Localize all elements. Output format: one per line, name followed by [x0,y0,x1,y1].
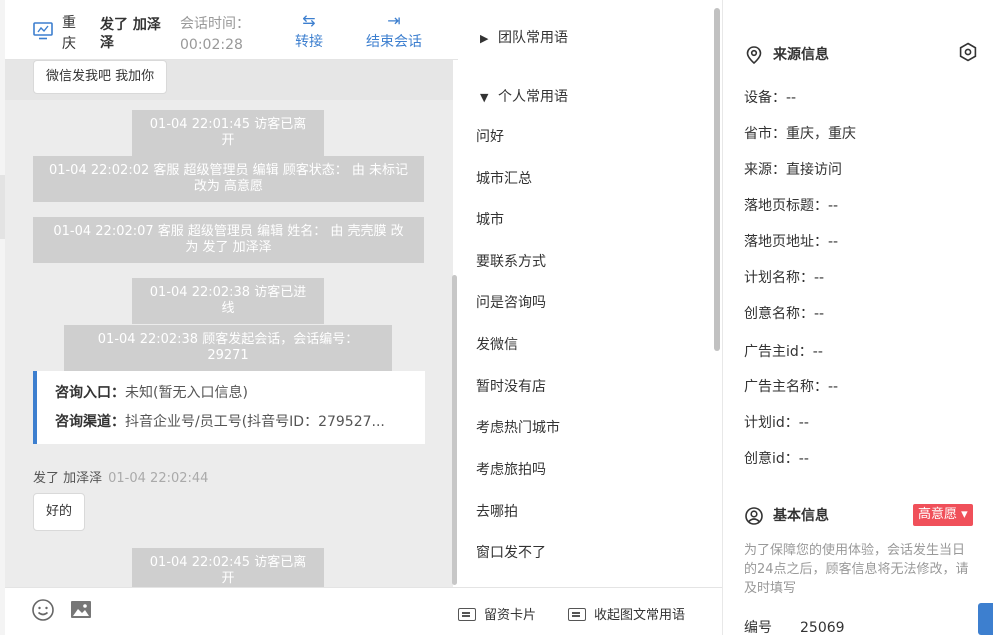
customer-info-panel: 来源信息 设备：-- 省市：重庆，重庆 来源：直接访问 落地页标题：-- 落地页… [723,0,993,635]
phrase-item[interactable]: 城市 [476,209,504,229]
caret-down-icon: ▼ [480,91,489,104]
phrases-toolbar: 留资卡片 收起图文常用语 [458,587,722,635]
consult-channel-row: 咨询渠道：抖音企业号/员工号(抖音号ID：279527... [55,412,425,441]
system-message: 01-04 22:02:38 访客已进线 [132,278,324,324]
customer-number-value: 25069 [800,620,845,635]
consult-entry-label: 咨询入口： [55,385,125,401]
consult-info-card: 咨询入口：未知(暂无入口信息) 咨询渠道：抖音企业号/员工号(抖音号ID：279… [33,371,425,444]
chat-panel: 微信发我吧 我加你 01-04 22:01:45 访客已离开 01-04 22:… [5,0,458,635]
sender-name: 发了 加泽泽 [33,471,103,486]
info-field: 计划名称：-- [744,270,825,286]
chat-scrollbar[interactable] [452,275,457,585]
phrase-item[interactable]: 窗口发不了 [476,542,546,562]
consult-entry-value: 未知(暂无入口信息) [125,385,248,401]
info-field: 创意名称：-- [744,306,825,322]
phrases-scrollbar[interactable] [714,8,720,351]
customer-number-label: 编号 [744,620,772,635]
system-message: 01-04 22:02:02 客服 超级管理员 编辑 顾客状态： 由 未标记 改… [33,156,424,202]
chat-header: 重庆 发了 加泽泽 会话时间： 00:02:28 ⇆ 转接 ⇥ 结束会话 [5,0,458,60]
message-bubble: 好的 [33,493,86,531]
customer-number-row: 编号 25069 [744,617,845,635]
message-sender: 发了 加泽泽 01-04 22:02:44 [33,467,208,486]
basic-info-label: 基本信息 [773,508,829,524]
collapse-phrases-label: 收起图文常用语 [594,608,686,623]
edit-notice: 为了保障您的使用体验，会话发生当日的24点之后，顾客信息将无法修改，请及时填写 [744,543,969,596]
lead-card-button[interactable]: 留资卡片 [458,604,536,623]
user-circle-icon [745,507,763,525]
floating-action-button[interactable] [978,603,993,635]
info-field: 来源：直接访问 [744,162,842,178]
visitor-city: 重庆 [62,15,76,52]
team-phrases-label: 团队常用语 [498,30,568,46]
transfer-button[interactable]: ⇆ 转接 [289,11,329,51]
system-message: 01-04 22:02:38 顾客发起会话，会话编号：29271 [64,325,392,371]
phrase-item[interactable]: 去哪拍 [476,501,518,521]
card-icon [568,608,586,621]
transfer-arrows-icon: ⇆ [302,11,316,30]
personal-phrases-label: 个人常用语 [498,89,568,105]
visitor-name: 发了 加泽泽 [100,17,161,51]
app-window: 微信发我吧 我加你 01-04 22:01:45 访客已离开 01-04 22:… [0,0,993,635]
phrase-item[interactable]: 问是咨询吗 [476,292,546,312]
card-icon [458,608,476,621]
phrase-item[interactable]: 考虑旅拍吗 [476,459,546,479]
consult-channel-label: 咨询渠道： [55,414,125,430]
message-bubble: 微信发我吧 我加你 [33,60,168,94]
info-field: 落地页地址：-- [744,234,839,250]
system-message: 01-04 22:01:45 访客已离开 [132,110,324,156]
chat-toolbar [5,587,458,635]
transfer-label: 转接 [295,34,323,50]
emoji-icon[interactable] [31,598,55,622]
session-time-label: 会话时间： [180,16,250,32]
phrase-item[interactable]: 考虑热门城市 [476,417,560,437]
info-field: 省市：重庆，重庆 [744,126,856,142]
end-session-button[interactable]: ⇥ 结束会话 [359,11,429,51]
image-icon[interactable] [69,598,93,622]
intent-status-label: 高意愿 [918,507,958,522]
system-message: 01-04 22:02:07 客服 超级管理员 编辑 姓名： 由 壳壳膜 改为 … [33,217,424,263]
source-info-title: 来源信息 [745,44,829,64]
phrase-item[interactable]: 问好 [476,126,504,146]
collapse-phrases-button[interactable]: 收起图文常用语 [568,604,685,623]
location-pin-icon [746,46,762,64]
phrase-item[interactable]: 城市汇总 [476,168,532,188]
hexagon-settings-icon[interactable] [958,42,978,62]
info-field: 落地页标题：-- [744,198,839,214]
monitor-icon [33,22,53,40]
source-info-label: 来源信息 [773,47,829,63]
info-field: 计划id：-- [744,415,809,431]
caret-down-icon: ▾ [961,507,968,522]
caret-right-icon: ▶ [480,32,489,45]
team-phrases-group[interactable]: ▶ 团队常用语 [480,27,568,47]
info-field: 创意id：-- [744,451,809,467]
info-field: 设备：-- [744,90,797,106]
info-field: 广告主名称：-- [744,379,839,395]
chat-messages[interactable]: 微信发我吧 我加你 01-04 22:01:45 访客已离开 01-04 22:… [5,60,453,587]
phrase-item[interactable]: 发微信 [476,334,518,354]
phrase-item[interactable]: 暂时没有店 [476,376,546,396]
session-time: 00:02:28 [180,37,243,53]
consult-channel-value: 抖音企业号/员工号(抖音号ID：279527... [125,414,385,430]
phrase-item[interactable]: 要联系方式 [476,251,546,271]
consult-entry-row: 咨询入口：未知(暂无入口信息) [55,383,425,412]
lead-card-label: 留资卡片 [484,608,537,623]
end-session-label: 结束会话 [366,34,422,50]
sender-time: 01-04 22:02:44 [108,471,209,486]
system-message: 01-04 22:02:45 访客已离开 [132,548,324,587]
personal-phrases-group[interactable]: ▼ 个人常用语 [480,86,568,106]
basic-info-title: 基本信息 [745,505,829,525]
phrases-panel: ▶ 团队常用语 ▼ 个人常用语 问好 城市汇总 城市 要联系方式 问是咨询吗 发微信… [458,0,722,635]
info-field: 广告主id：-- [744,344,823,360]
intent-status-dropdown[interactable]: 高意愿 ▾ [913,504,973,526]
exit-icon: ⇥ [387,11,401,30]
